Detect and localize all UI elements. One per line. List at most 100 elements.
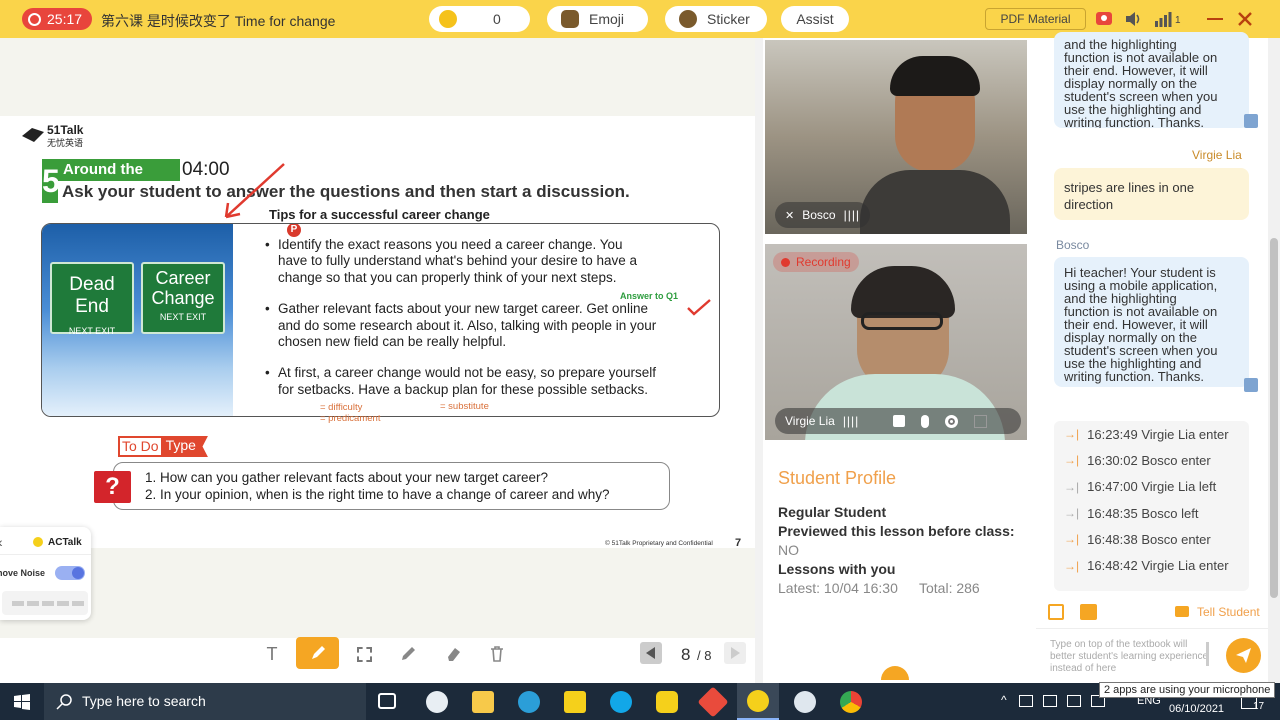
emoji-button[interactable]: Emoji <box>547 6 648 32</box>
slide-footer: © 51Talk Proprietary and Confidential <box>605 540 713 547</box>
minimize-icon[interactable] <box>1207 18 1223 20</box>
chrome-icon[interactable] <box>840 691 862 713</box>
app-icon-1[interactable] <box>426 691 448 713</box>
search-icon <box>56 694 72 710</box>
teacher-video-label: Virgie Lia |||| <box>775 408 1021 434</box>
enter-icon: →| <box>1064 532 1080 547</box>
skype-icon[interactable] <box>610 691 632 713</box>
pen-tool-icon[interactable] <box>388 640 428 668</box>
task-view-icon[interactable] <box>378 693 396 709</box>
mic-tooltip: 2 apps are using your microphone <box>1099 682 1275 698</box>
student-profile: Student Profile Regular Student Previewe… <box>778 468 1018 598</box>
chat-scrollbar[interactable] <box>1268 38 1280 683</box>
road-sign-image: Dead End NEXT EXIT Career Change NEXT EX… <box>42 224 233 416</box>
eraser-tool-icon[interactable] <box>433 640 473 668</box>
active-app[interactable] <box>737 683 779 720</box>
windows-start-icon[interactable] <box>14 694 30 710</box>
todo-type: Type <box>162 436 208 457</box>
lessons-label: Lessons with you <box>778 561 896 577</box>
close-icon[interactable] <box>1236 10 1254 28</box>
chat-input[interactable]: Type on top of the textbook will better … <box>1050 639 1210 679</box>
text-tool-icon[interactable]: T <box>252 640 292 668</box>
student-name: Bosco <box>802 208 836 222</box>
speaker-icon[interactable] <box>1124 10 1142 28</box>
pdf-material-button[interactable]: PDF Material <box>985 8 1086 30</box>
question-mark-icon: ? <box>94 471 131 503</box>
student-video-label: ✕ Bosco |||| <box>775 202 871 228</box>
expand-up-icon[interactable] <box>881 666 909 680</box>
bullet1-line1: Identify the exact reasons you need a ca… <box>278 237 623 252</box>
notification-count: 17 <box>1253 701 1265 712</box>
chevron-up-icon[interactable]: ^ <box>1001 693 1007 707</box>
translate-icon[interactable] <box>1244 114 1258 128</box>
record-icon[interactable] <box>945 414 959 428</box>
page-current: 8 <box>681 645 691 664</box>
bullet3-line1: At first, a career change would not be e… <box>278 365 656 381</box>
todo-label: To Do <box>118 436 163 457</box>
star-icon <box>439 10 457 28</box>
logo-name: 51Talk <box>47 123 84 137</box>
textbook-slide[interactable]: 51Talk 无忧英语 5 Around the world 04:00 Ask… <box>0 116 755 549</box>
send-button[interactable] <box>1226 638 1261 673</box>
edge-icon[interactable] <box>518 691 540 713</box>
signal-icon <box>1155 12 1172 27</box>
paint-icon[interactable] <box>794 691 816 713</box>
prev-page-button[interactable] <box>640 642 662 664</box>
lesson-title: 第六课 是时候改变了 Time for change <box>101 13 336 29</box>
tell-student-button[interactable]: Tell Student <box>1197 605 1260 619</box>
tray-icon-2[interactable] <box>1043 695 1057 707</box>
star-counter[interactable]: 0 <box>429 6 530 32</box>
select-tool-icon[interactable] <box>344 640 384 668</box>
bullet3-line2: for setbacks. Have a backup plan for the… <box>278 381 648 397</box>
log-entry: →| 16:48:42 Virgie Lia enter <box>1054 552 1249 578</box>
exit-icon: →| <box>1064 506 1080 521</box>
noise-toggle[interactable] <box>55 566 85 580</box>
log-text: 16:48:42 Virgie Lia enter <box>1087 558 1229 574</box>
crop-icon[interactable] <box>1048 604 1064 620</box>
51talk-app-icon <box>747 690 769 712</box>
wifi-icon[interactable] <box>1067 695 1081 707</box>
log-entry: →| 16:47:00 Virgie Lia left <box>1054 474 1249 500</box>
enter-icon: →| <box>1064 427 1080 442</box>
camera-icon[interactable] <box>893 415 906 427</box>
actalk-panel: ‹ ACTalk Remove Noise <box>0 527 91 620</box>
profile-type: Regular Student <box>778 504 887 520</box>
pdf-material-label: PDF Material <box>1000 12 1071 26</box>
emoji-label: Emoji <box>589 11 625 27</box>
sticker-button[interactable]: Sticker <box>665 6 767 32</box>
51talk-logo-icon <box>22 128 44 142</box>
red-tick-annotation <box>687 299 711 316</box>
note-predicament: = predicament <box>320 413 381 424</box>
bullet2-line2: and do some research about it. Also, tal… <box>278 317 657 333</box>
app-icon-2[interactable] <box>656 691 678 713</box>
image-icon[interactable] <box>1080 604 1097 620</box>
taskbar-search[interactable]: Type here to search <box>44 683 366 720</box>
latest-lesson: Latest: 10/04 16:30 <box>778 580 898 596</box>
teacher-name: Virgie Lia <box>785 414 835 428</box>
app-icon-3[interactable] <box>697 686 729 718</box>
date-display[interactable]: 06/10/2021 <box>1169 703 1224 715</box>
log-text: 16:23:49 Virgie Lia enter <box>1087 426 1229 442</box>
highlighter-tool-icon[interactable] <box>296 637 339 669</box>
assist-button[interactable]: Assist <box>781 6 849 32</box>
sender-bosco: Bosco <box>1056 238 1090 252</box>
sign-change: Change <box>151 288 215 308</box>
tray-icon-1[interactable] <box>1019 695 1033 707</box>
lesson-timer: 25:17 <box>22 8 92 30</box>
chat-panel: and the highlighting function is not avai… <box>1036 32 1268 683</box>
file-explorer-icon[interactable] <box>472 691 494 713</box>
report-icon[interactable] <box>1095 10 1113 28</box>
sign-career: Career <box>155 268 211 288</box>
delete-icon[interactable] <box>974 414 988 428</box>
profile-heading: Student Profile <box>778 468 897 488</box>
translate-icon[interactable] <box>1244 378 1258 392</box>
assist-label: Assist <box>796 11 834 27</box>
microphone-icon[interactable] <box>921 414 930 428</box>
trash-tool-icon[interactable] <box>477 640 517 668</box>
next-page-button[interactable] <box>724 642 746 664</box>
back-chevron-icon[interactable]: ‹ <box>0 534 3 550</box>
sender-virgie: Virgie Lia <box>1192 148 1242 162</box>
sticky-notes-icon[interactable] <box>564 691 586 713</box>
enter-icon: →| <box>1064 453 1080 468</box>
section-tag: Around the world <box>58 159 180 200</box>
